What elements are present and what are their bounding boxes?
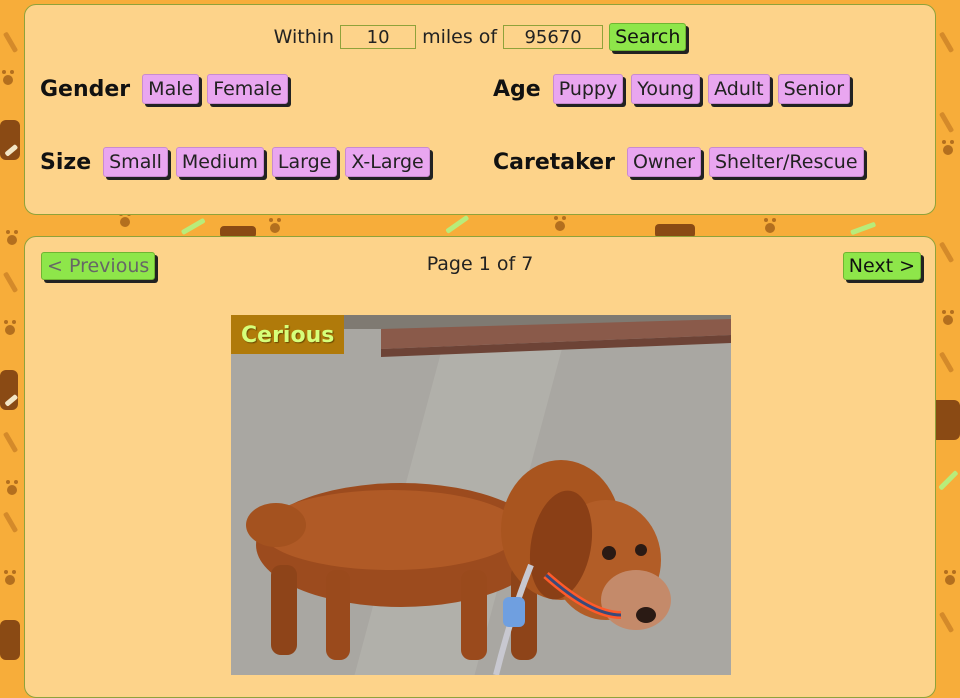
age-option-senior[interactable]: Senior [777, 74, 851, 104]
pet-name: Cerious [231, 315, 345, 354]
page-indicator: Page 1 of 7 [426, 253, 534, 275]
gender-filter: Gender Male Female [40, 74, 296, 104]
next-page-button[interactable]: Next > [842, 252, 921, 280]
size-option-x-large[interactable]: X-Large [345, 147, 430, 177]
caretaker-filter: Caretaker Owner Shelter/Rescue [493, 147, 872, 177]
previous-page-button[interactable]: < Previous [41, 252, 156, 280]
age-option-adult[interactable]: Adult [708, 74, 770, 104]
gender-option-male[interactable]: Male [142, 74, 200, 104]
miles-of-label: miles of [422, 26, 498, 48]
size-option-large[interactable]: Large [271, 147, 338, 177]
caretaker-label: Caretaker [493, 149, 615, 175]
filter-panel: Within miles of Search Gender Male Femal… [24, 4, 936, 215]
size-option-small[interactable]: Small [103, 147, 168, 177]
size-filter: Size Small Medium Large X-Large [40, 147, 438, 177]
results-panel: < Previous Page 1 of 7 Next > Cerious [24, 236, 936, 698]
search-button[interactable]: Search [609, 23, 687, 51]
pet-card[interactable]: Cerious [231, 315, 731, 675]
age-option-young[interactable]: Young [631, 74, 701, 104]
size-label: Size [40, 149, 92, 175]
age-filter: Age Puppy Young Adult Senior [493, 74, 858, 104]
gender-option-female[interactable]: Female [207, 74, 288, 104]
zip-code-input[interactable] [503, 25, 604, 49]
location-search-row: Within miles of Search [25, 23, 935, 51]
dog-photo[interactable] [231, 315, 731, 675]
distance-input[interactable] [340, 25, 417, 49]
size-option-medium[interactable]: Medium [175, 147, 264, 177]
age-option-puppy[interactable]: Puppy [552, 74, 624, 104]
gender-label: Gender [40, 76, 131, 102]
caretaker-option-shelter-rescue[interactable]: Shelter/Rescue [708, 147, 864, 177]
caretaker-option-owner[interactable]: Owner [626, 147, 701, 177]
age-label: Age [493, 76, 541, 102]
within-label: Within [273, 26, 335, 48]
